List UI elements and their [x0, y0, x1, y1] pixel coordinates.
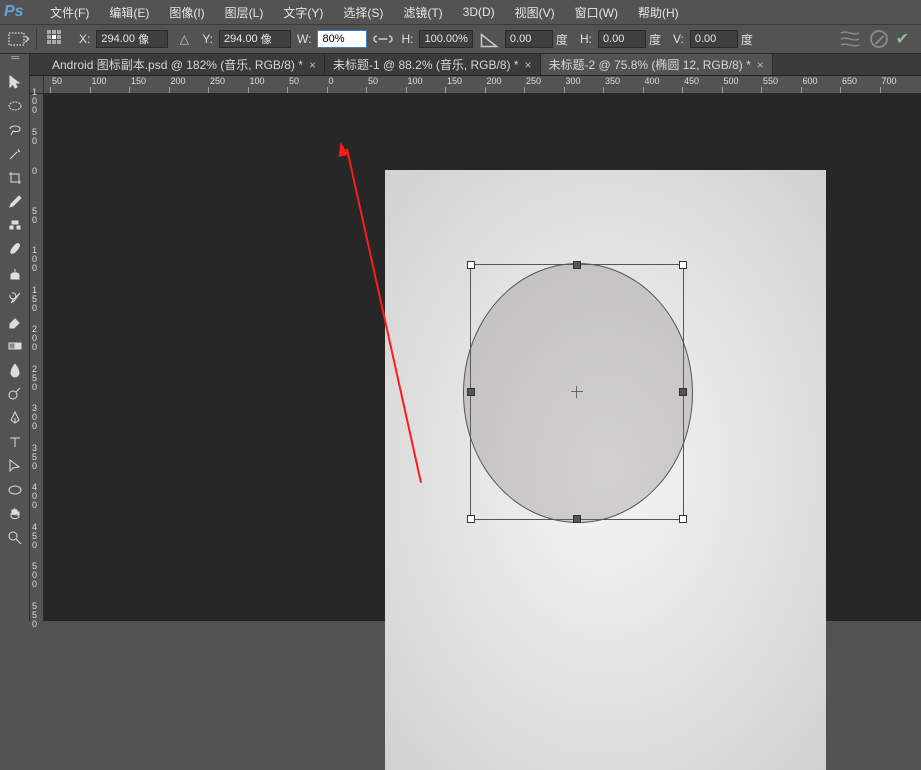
handle-top-right[interactable] — [679, 261, 687, 269]
handle-top-left[interactable] — [467, 261, 475, 269]
h2-unit: 度 — [649, 31, 661, 48]
y-label: Y: — [202, 32, 213, 46]
grip-icon[interactable] — [11, 56, 19, 66]
menu-layer[interactable]: 图层(L) — [215, 1, 274, 24]
handle-middle-right[interactable] — [679, 388, 687, 396]
delta-icon[interactable]: △ — [172, 29, 196, 49]
handle-bottom-right[interactable] — [679, 515, 687, 523]
x-value-field[interactable]: 294.00 像 — [96, 30, 168, 48]
ps-logo: Ps — [4, 2, 32, 22]
angle-value-field[interactable]: 0.00 — [505, 30, 553, 48]
angle-unit: 度 — [556, 31, 568, 48]
clone-stamp-tool[interactable] — [2, 262, 28, 286]
canvas-area[interactable] — [44, 94, 921, 621]
w-value-field[interactable] — [317, 30, 367, 48]
tab-label: 未标题-1 @ 88.2% (音乐, RGB/8) * — [333, 56, 519, 73]
doc-tab-1[interactable]: Android 图标副本.psd @ 182% (音乐, RGB/8) * × — [44, 54, 325, 75]
v-unit: 度 — [741, 31, 753, 48]
handle-middle-left[interactable] — [467, 388, 475, 396]
menu-text[interactable]: 文字(Y) — [273, 1, 333, 24]
doc-tab-2[interactable]: 未标题-1 @ 88.2% (音乐, RGB/8) * × — [325, 54, 541, 75]
hand-tool[interactable] — [2, 502, 28, 526]
menu-select[interactable]: 选择(S) — [333, 1, 393, 24]
close-icon[interactable]: × — [309, 58, 316, 72]
menu-3d[interactable]: 3D(D) — [453, 2, 505, 22]
menu-window[interactable]: 窗口(W) — [565, 1, 628, 24]
history-brush-tool[interactable] — [2, 286, 28, 310]
tools-panel — [0, 54, 30, 621]
w-label: W: — [297, 32, 311, 46]
marquee-tool[interactable] — [2, 94, 28, 118]
link-icon[interactable] — [371, 29, 395, 49]
close-icon[interactable]: × — [525, 58, 532, 72]
v-value-field[interactable]: 0.00 — [690, 30, 738, 48]
h-label: H: — [401, 32, 413, 46]
blur-tool[interactable] — [2, 358, 28, 382]
warp-icon[interactable] — [838, 29, 862, 49]
handle-bottom-middle[interactable] — [573, 515, 581, 523]
angle-icon — [477, 29, 501, 49]
menu-view[interactable]: 视图(V) — [505, 1, 565, 24]
healing-brush-tool[interactable] — [2, 214, 28, 238]
menu-filter[interactable]: 滤镜(T) — [393, 1, 452, 24]
tab-label: 未标题-2 @ 75.8% (椭圆 12, RGB/8) * — [549, 56, 751, 73]
lasso-tool[interactable] — [2, 118, 28, 142]
reference-point-grid[interactable] — [47, 30, 69, 48]
gradient-tool[interactable] — [2, 334, 28, 358]
move-tool[interactable] — [2, 70, 28, 94]
path-selection-tool[interactable] — [2, 454, 28, 478]
horizontal-ruler[interactable]: 5010015020025010050050100150200250300350… — [30, 76, 921, 94]
transform-bounding-box[interactable] — [470, 264, 684, 520]
doc-tab-3[interactable]: 未标题-2 @ 75.8% (椭圆 12, RGB/8) * × — [541, 54, 773, 75]
type-tool[interactable] — [2, 430, 28, 454]
handle-top-middle[interactable] — [573, 261, 581, 269]
h-value-field[interactable]: 100.00% — [419, 30, 472, 48]
close-icon[interactable]: × — [757, 58, 764, 72]
document-tabs: Android 图标副本.psd @ 182% (音乐, RGB/8) * × … — [0, 54, 921, 76]
reference-point-marker[interactable] — [571, 386, 583, 398]
x-label: X: — [79, 32, 90, 46]
eyedropper-tool[interactable] — [2, 190, 28, 214]
v-label: V: — [673, 32, 684, 46]
document-canvas[interactable] — [385, 170, 826, 770]
pen-tool[interactable] — [2, 406, 28, 430]
menu-help[interactable]: 帮助(H) — [628, 1, 689, 24]
h2-value-field[interactable]: 0.00 — [598, 30, 646, 48]
eraser-tool[interactable] — [2, 310, 28, 334]
vertical-ruler[interactable]: 10050050100150200250300350400450500550 — [30, 94, 44, 621]
dodge-tool[interactable] — [2, 382, 28, 406]
cancel-icon[interactable] — [870, 30, 888, 48]
menu-edit[interactable]: 编辑(E) — [99, 1, 159, 24]
commit-icon[interactable]: ✔ — [896, 29, 909, 49]
menu-bar: Ps 文件(F) 编辑(E) 图像(I) 图层(L) 文字(Y) 选择(S) 滤… — [0, 0, 921, 24]
y-value-field[interactable]: 294.00 像 — [219, 30, 291, 48]
ellipse-shape-tool[interactable] — [2, 478, 28, 502]
options-bar: X: 294.00 像 △ Y: 294.00 像 W: H: 100.00% … — [0, 24, 921, 54]
menu-image[interactable]: 图像(I) — [159, 1, 214, 24]
transform-tool-icon[interactable] — [6, 29, 30, 49]
brush-tool[interactable] — [2, 238, 28, 262]
magic-wand-tool[interactable] — [2, 142, 28, 166]
menu-file[interactable]: 文件(F) — [40, 1, 99, 24]
zoom-tool[interactable] — [2, 526, 28, 550]
crop-tool[interactable] — [2, 166, 28, 190]
tab-label: Android 图标副本.psd @ 182% (音乐, RGB/8) * — [52, 56, 303, 73]
h2-label: H: — [580, 32, 592, 46]
handle-bottom-left[interactable] — [467, 515, 475, 523]
